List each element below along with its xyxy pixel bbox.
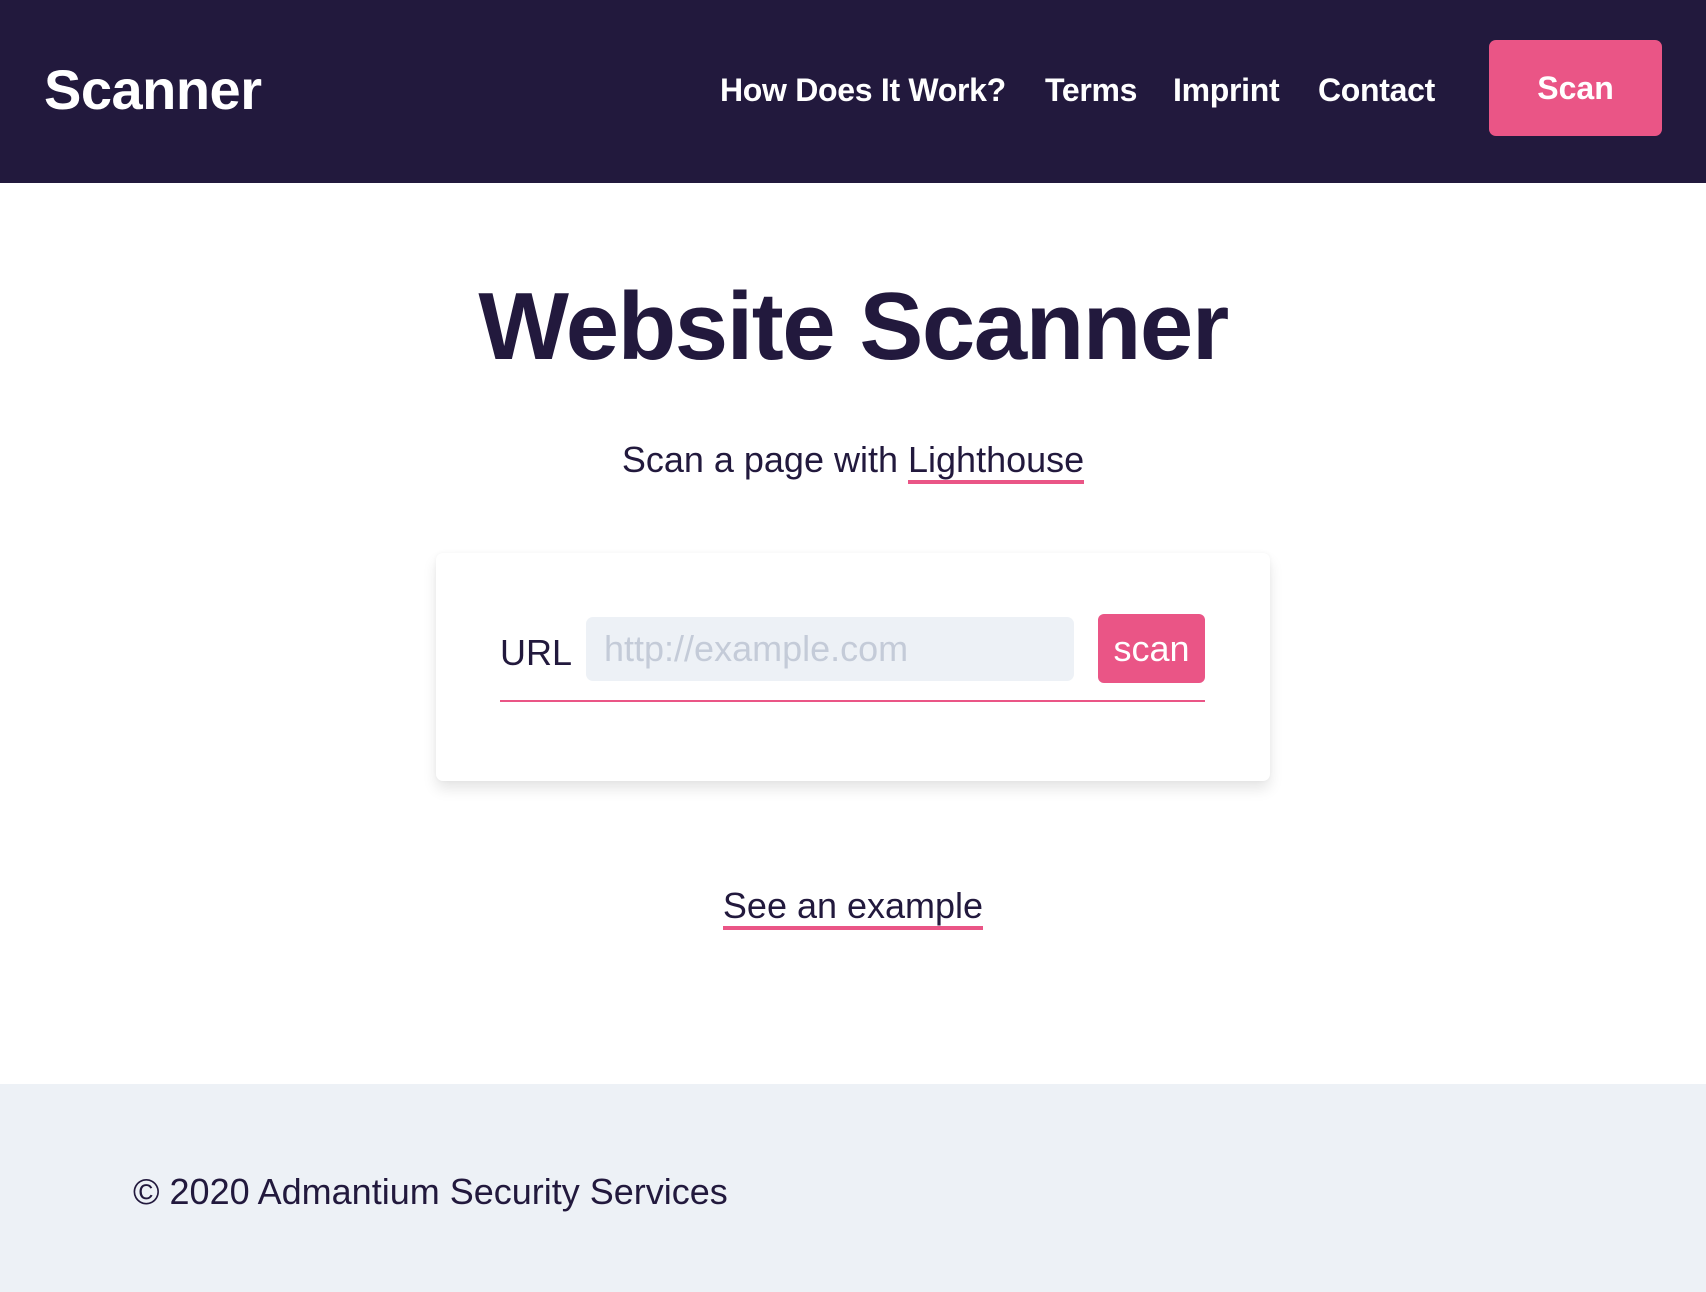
nav-link-imprint[interactable]: Imprint bbox=[1173, 70, 1280, 110]
page-title: Website Scanner bbox=[478, 273, 1229, 380]
url-label: URL bbox=[500, 632, 573, 673]
site-footer: © 2020 Admantium Security Services bbox=[0, 1084, 1706, 1292]
nav-link-terms[interactable]: Terms bbox=[1045, 70, 1137, 110]
site-header: Scanner How Does It Work? Terms Imprint … bbox=[0, 0, 1706, 183]
url-input[interactable] bbox=[586, 617, 1074, 681]
scan-form-card: URL scan bbox=[436, 553, 1270, 781]
copyright-text: © 2020 Admantium Security Services bbox=[133, 1171, 728, 1212]
header-scan-button[interactable]: Scan bbox=[1489, 40, 1662, 136]
example-link-wrapper: See an example bbox=[0, 884, 1706, 930]
lighthouse-link[interactable]: Lighthouse bbox=[908, 439, 1085, 484]
main-nav: How Does It Work? Terms Imprint Contact bbox=[0, 0, 1706, 183]
scan-submit-button[interactable]: scan bbox=[1098, 614, 1205, 683]
form-divider bbox=[500, 700, 1205, 702]
page-subtitle: Scan a page with Lighthouse bbox=[0, 438, 1706, 484]
nav-link-how-it-works[interactable]: How Does It Work? bbox=[720, 70, 1006, 110]
see-example-link[interactable]: See an example bbox=[722, 885, 984, 930]
subtitle-text: Scan a page with bbox=[621, 439, 909, 480]
nav-link-contact[interactable]: Contact bbox=[1318, 70, 1435, 110]
